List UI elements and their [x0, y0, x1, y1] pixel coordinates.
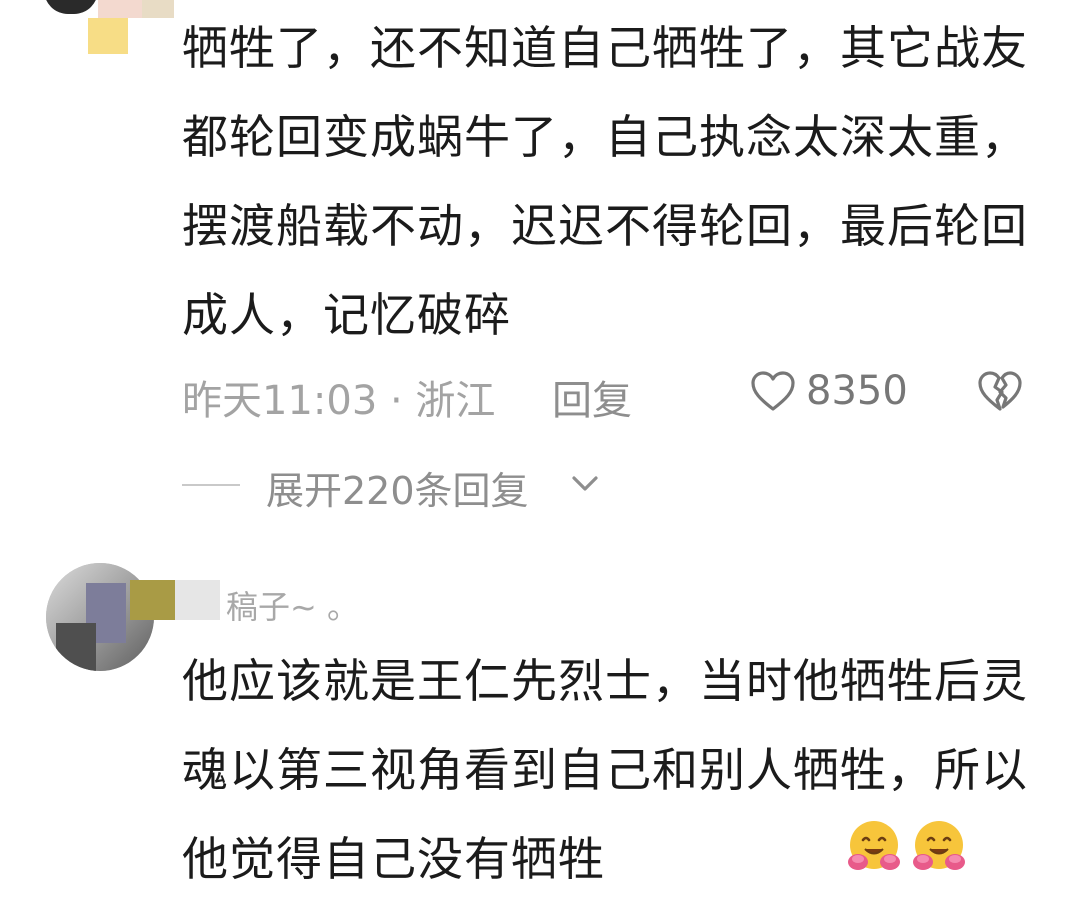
commenter-username[interactable]: 稿子~ 。 — [226, 582, 359, 628]
reply-button[interactable]: 回复 — [552, 368, 632, 426]
mosaic-block — [175, 580, 220, 620]
comment-text: 牺牲了，还不知道自己牺牲了，其它战友都轮回变成蜗牛了，自己执念太深太重，摆渡船载… — [182, 21, 1028, 342]
like-count: 8350 — [806, 368, 908, 414]
heart-outline-icon[interactable] — [750, 370, 796, 412]
expand-replies-label: 展开220条回复 — [266, 469, 529, 513]
avatar-mosaic-block — [88, 18, 128, 54]
comment-meta-row: 昨天11:03 · 浙江 回复 8350 — [182, 362, 1042, 424]
chevron-down-icon — [572, 476, 598, 491]
mosaic-block — [130, 580, 175, 620]
commenter-avatar[interactable] — [44, 0, 174, 60]
avatar-mosaic-block — [56, 623, 96, 671]
comment-time-location: 昨天11:03 · 浙江 — [182, 378, 496, 424]
avatar-fragment — [44, 0, 98, 14]
divider-line — [182, 484, 240, 486]
avatar-mosaic-block — [98, 0, 142, 18]
username-mosaic — [130, 580, 220, 620]
avatar-mosaic-block — [142, 0, 174, 18]
hugging-face-emoji-icon — [913, 821, 965, 870]
hugging-face-emoji-icon — [848, 821, 900, 870]
expand-replies-button[interactable]: 展开220条回复 — [182, 456, 782, 516]
broken-heart-icon[interactable] — [977, 370, 1023, 412]
